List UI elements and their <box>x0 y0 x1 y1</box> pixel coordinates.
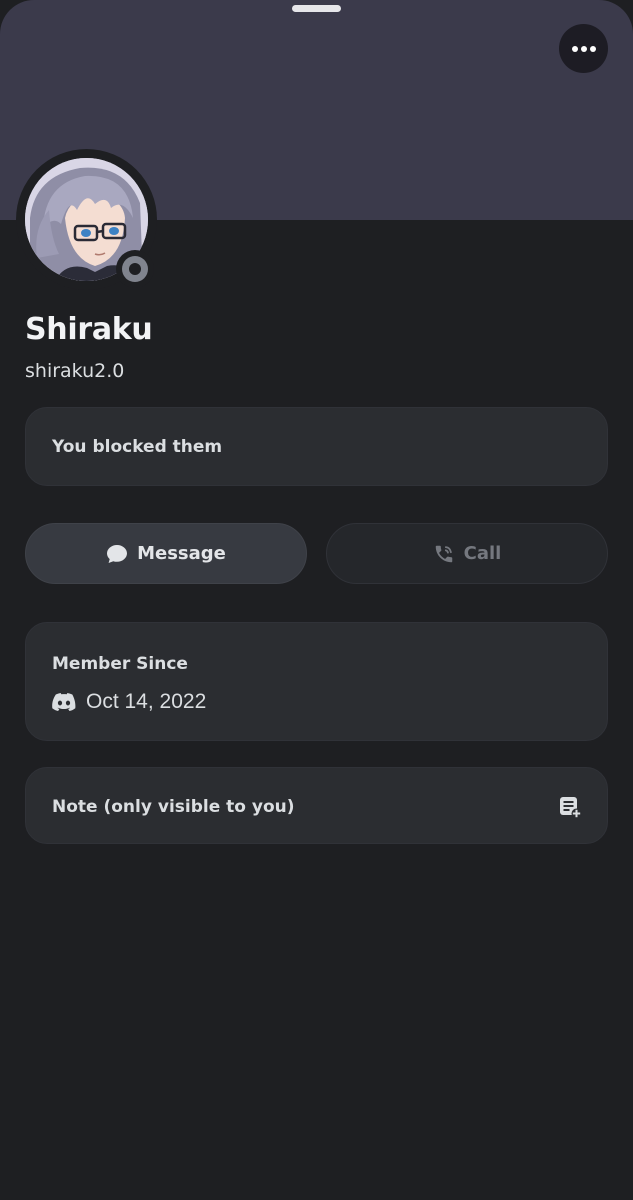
blocked-notice-text: You blocked them <box>52 437 223 457</box>
status-indicator <box>116 250 154 288</box>
member-since-heading: Member Since <box>52 654 188 674</box>
phone-icon <box>435 545 452 562</box>
offline-status-icon <box>122 256 148 282</box>
display-name: Shiraku <box>25 312 153 347</box>
message-button-label: Message <box>137 543 226 564</box>
member-since-date: Oct 14, 2022 <box>86 690 207 713</box>
profile-sheet: Shiraku shiraku2.0 You blocked them Mess… <box>0 0 633 1200</box>
member-since-row: Oct 14, 2022 <box>52 690 206 714</box>
more-options-button[interactable] <box>559 24 608 73</box>
member-since-card: Member Since Oct 14, 2022 <box>25 622 608 741</box>
discord-logo-icon <box>52 693 76 711</box>
username: shiraku2.0 <box>25 360 125 382</box>
more-horizontal-icon <box>571 45 596 52</box>
note-card[interactable]: Note (only visible to you) <box>25 767 608 844</box>
call-button[interactable]: Call <box>326 523 608 584</box>
add-note-icon[interactable] <box>558 795 582 819</box>
call-button-label: Call <box>463 543 502 564</box>
note-label: Note (only visible to you) <box>52 797 295 817</box>
message-button[interactable]: Message <box>25 523 307 584</box>
blocked-notice-card: You blocked them <box>25 407 608 486</box>
drag-handle[interactable] <box>292 5 341 12</box>
chat-bubble-icon <box>107 544 128 563</box>
